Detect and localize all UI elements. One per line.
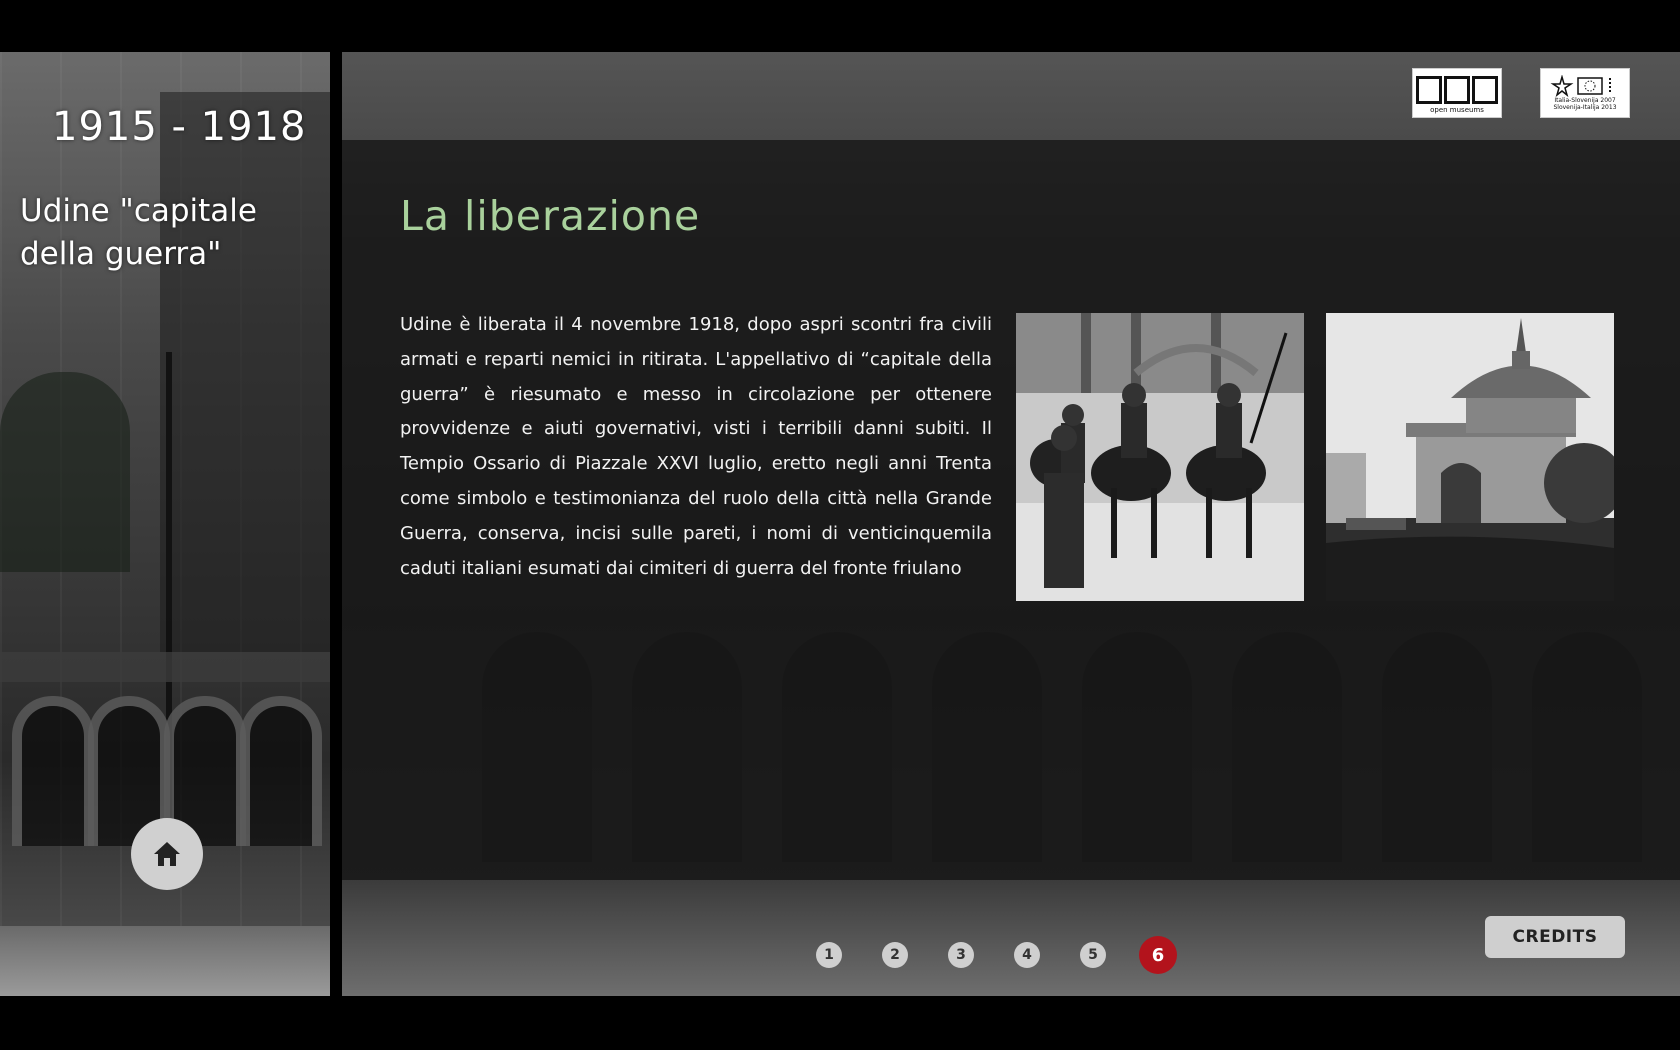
background-building bbox=[160, 92, 330, 652]
chapter-subtitle: Udine "capitale della guerra" bbox=[20, 190, 310, 276]
credits-button[interactable]: CREDITS bbox=[1485, 916, 1625, 958]
cavalry-photo-image bbox=[1016, 313, 1304, 601]
om-mark bbox=[1416, 76, 1498, 104]
page-button-4[interactable]: 4 bbox=[1014, 942, 1040, 968]
section-title: La liberazione bbox=[400, 192, 701, 240]
eu-star-icon bbox=[1550, 75, 1611, 97]
open-museums-logo: open museums bbox=[1412, 68, 1502, 118]
page-button-5[interactable]: 5 bbox=[1080, 942, 1106, 968]
open-museums-caption: open museums bbox=[1430, 106, 1484, 114]
page-button-1[interactable]: 1 bbox=[816, 942, 842, 968]
sidebar-panel: 1915 - 1918 Udine "capitale della guerra… bbox=[0, 52, 330, 996]
background-roof bbox=[0, 652, 330, 682]
photo-cavalry[interactable] bbox=[1016, 313, 1304, 601]
home-icon bbox=[154, 842, 180, 866]
main-area: open museums Italia-Slovenija 2007 Slove… bbox=[342, 52, 1680, 996]
om-mark-block bbox=[1444, 76, 1470, 104]
page-pagination: 1 2 3 4 5 6 bbox=[342, 930, 1680, 974]
eu-caption: Italia-Slovenija 2007 Slovenija-Italija … bbox=[1553, 97, 1616, 111]
background-arch bbox=[240, 696, 322, 846]
subtitle-line: Udine "capitale bbox=[20, 193, 257, 229]
home-button[interactable] bbox=[131, 818, 203, 890]
photo-tempio-ossario[interactable] bbox=[1326, 313, 1614, 601]
tempio-ossario-photo-image bbox=[1326, 313, 1614, 601]
eu-caption-line: Slovenija-Italija 2013 bbox=[1553, 104, 1617, 111]
om-mark-block bbox=[1416, 76, 1442, 104]
background-tree bbox=[0, 372, 130, 572]
period-years: 1915 - 1918 bbox=[52, 104, 307, 150]
body-text: Udine è liberata il 4 novembre 1918, dop… bbox=[400, 314, 992, 579]
background-arch bbox=[12, 696, 94, 846]
eu-caption-line: Italia-Slovenija 2007 bbox=[1554, 97, 1616, 104]
background-ground bbox=[0, 926, 330, 996]
eu-program-logo: Italia-Slovenija 2007 Slovenija-Italija … bbox=[1540, 68, 1630, 118]
om-mark-block bbox=[1472, 76, 1498, 104]
page-button-3[interactable]: 3 bbox=[948, 942, 974, 968]
page-button-2[interactable]: 2 bbox=[882, 942, 908, 968]
subtitle-line: della guerra" bbox=[20, 236, 222, 272]
page-button-6-active[interactable]: 6 bbox=[1139, 936, 1177, 974]
